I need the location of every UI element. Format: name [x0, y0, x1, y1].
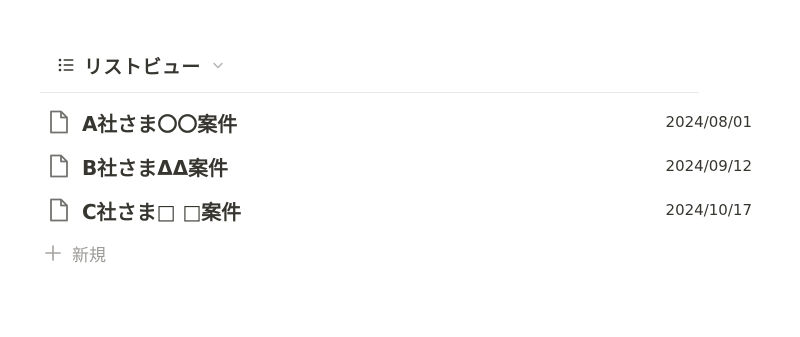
- page-icon: [48, 197, 70, 223]
- item-list: A社さま〇〇案件 2024/08/01 B社さまΔΔ案件 2024/09/12 …: [40, 100, 760, 232]
- new-item-label: 新規: [72, 245, 106, 266]
- list-item[interactable]: C社さま□ □案件 2024/10/17: [40, 188, 760, 232]
- header-divider: [40, 92, 699, 93]
- item-title: A社さま〇〇案件: [82, 111, 238, 136]
- list-item[interactable]: A社さま〇〇案件 2024/08/01: [40, 100, 760, 144]
- list-icon: [56, 55, 76, 75]
- page-icon: [48, 153, 70, 179]
- item-title: B社さまΔΔ案件: [82, 155, 229, 180]
- view-title: リストビュー: [84, 55, 202, 78]
- chevron-down-icon: [211, 58, 225, 72]
- view-switcher[interactable]: リストビュー: [50, 50, 231, 80]
- item-date: 2024/10/17: [665, 201, 752, 219]
- item-date: 2024/09/12: [665, 157, 752, 175]
- item-title: C社さま□ □案件: [82, 199, 242, 224]
- list-item[interactable]: B社さまΔΔ案件 2024/09/12: [40, 144, 760, 188]
- page-icon: [48, 109, 70, 135]
- item-date: 2024/08/01: [665, 113, 752, 131]
- plus-icon: [44, 244, 62, 262]
- new-item-button[interactable]: 新規: [44, 238, 106, 268]
